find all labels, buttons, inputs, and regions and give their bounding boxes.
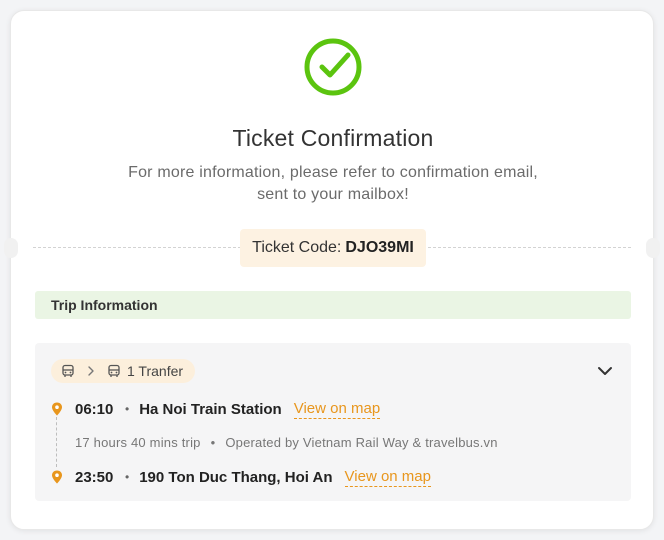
ticket-code-badge: Ticket Code: DJO39MI (240, 229, 426, 267)
subtitle-line-1: For more information, please refer to co… (128, 164, 538, 181)
trip-duration: 17 hours 40 mins trip (75, 435, 201, 450)
location-pin-icon (52, 470, 62, 484)
trip-information-header: Trip Information (35, 291, 631, 319)
page-title: Ticket Confirmation (232, 125, 434, 151)
ticket-notch-right (646, 238, 660, 258)
check-circle-icon (304, 38, 362, 96)
transfer-summary: 1 Tranfer (51, 359, 196, 383)
departure-view-on-map-link[interactable]: View on map (293, 400, 381, 419)
route-connector (56, 417, 57, 467)
subtitle-line-2: sent to your mailbox! (257, 186, 409, 203)
trip-operator: Operated by Vietnam Rail Way & travelbus… (225, 435, 498, 450)
trip-meta: 17 hours 40 mins trip • Operated by Viet… (75, 435, 498, 450)
confirmation-subtitle: For more information, please refer to co… (91, 162, 575, 206)
chevron-down-icon[interactable] (597, 363, 613, 379)
departure-time: 06:10 (75, 400, 114, 418)
departure-stop: 06:10 • Ha Noi Train Station View on map (51, 397, 381, 421)
bus-icon (62, 364, 74, 377)
chevron-right-icon (88, 366, 94, 376)
bus-icon (108, 364, 120, 377)
ticket-notch-left (4, 238, 18, 258)
transfer-label: 1 Tranfer (127, 363, 184, 379)
departure-place: Ha Noi Train Station (139, 400, 282, 418)
arrival-stop: 23:50 • 190 Ton Duc Thang, Hoi An View o… (51, 465, 431, 489)
ticket-code-value: DJO39MI (345, 239, 414, 256)
trip-details-panel: 1 Tranfer 06:10 • Ha Noi Train Station V… (35, 343, 631, 501)
separator-dot: • (125, 470, 130, 484)
location-pin-icon (52, 402, 62, 416)
arrival-view-on-map-link[interactable]: View on map (344, 468, 431, 487)
ticket-code-label: Ticket Code: (252, 239, 342, 256)
arrival-place: 190 Ton Duc Thang, Hoi An (139, 468, 333, 486)
separator-dot: • (125, 402, 130, 416)
arrival-time: 23:50 (75, 468, 114, 486)
confirmation-card: Ticket Confirmation For more information… (4, 10, 660, 530)
separator-dot: • (210, 435, 216, 450)
